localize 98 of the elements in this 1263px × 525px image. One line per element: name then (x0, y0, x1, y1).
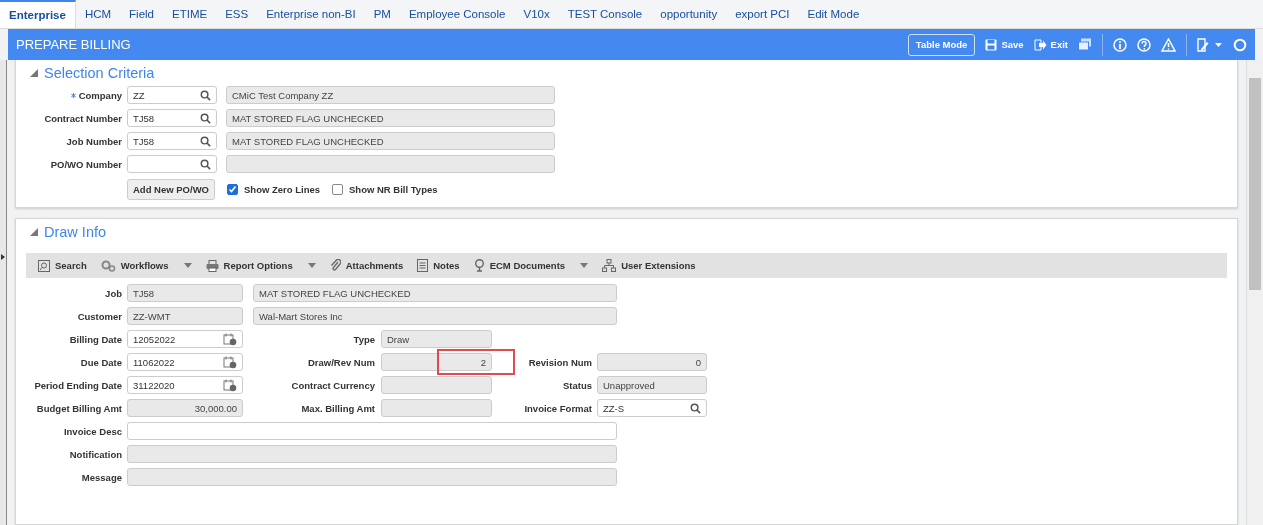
lookup-field[interactable]: ZZ-S (597, 399, 707, 417)
notes-icon (417, 259, 429, 272)
hierarchy-icon (602, 259, 617, 272)
copy-icon[interactable] (1078, 38, 1092, 51)
page-title: PREPARE BILLING (16, 37, 131, 52)
toolbar-button[interactable]: ECM Documents (467, 259, 595, 272)
date-field[interactable]: 11062022 (127, 353, 243, 371)
readonly-field: MAT STORED FLAG UNCHECKED (253, 284, 617, 302)
readonly-field: MAT STORED FLAG UNCHECKED (226, 109, 555, 127)
field-label: Contract Number (44, 112, 122, 124)
tab[interactable]: TEST Console (558, 0, 652, 28)
tab[interactable]: export PCI (726, 0, 799, 28)
field-label: Message (80, 471, 122, 483)
readonly-field: TJ58 (127, 284, 243, 302)
caret-icon[interactable] (580, 263, 589, 268)
save-icon (985, 38, 998, 51)
tab[interactable]: Employee Console (399, 0, 515, 28)
caret-icon[interactable] (307, 263, 316, 268)
field-label: Type (352, 333, 375, 345)
search-icon[interactable] (200, 89, 211, 101)
readonly-field: Draw (381, 330, 492, 348)
edit-menu-icon[interactable] (1197, 37, 1223, 52)
warning-icon[interactable] (1161, 37, 1176, 52)
tab[interactable]: Enterprise non-BI (257, 0, 365, 28)
expand-arrow-icon[interactable] (1, 254, 5, 260)
printer-icon (205, 259, 219, 272)
checkbox[interactable] (227, 183, 238, 195)
field-label: Status (561, 379, 592, 391)
checkbox[interactable] (332, 183, 343, 195)
lookup-field[interactable] (127, 155, 217, 173)
field-label: Budget Billing Amt (35, 402, 122, 414)
field-label: Draw/Rev Num (306, 356, 375, 368)
field-label: Job Number (66, 135, 122, 147)
tab[interactable]: Enterprise (0, 0, 76, 28)
field-label: Period Ending Date (33, 379, 122, 391)
refresh-icon[interactable] (1233, 37, 1247, 52)
field-label: Contract Currency (290, 379, 375, 391)
toolbar-button[interactable]: Search (32, 259, 93, 272)
readonly-field: Wal-Mart Stores Inc (253, 307, 617, 325)
toolbar-button[interactable]: Attachments (323, 259, 410, 272)
section-title: Draw Info (44, 224, 107, 240)
field-label: Max. Billing Amt (300, 402, 375, 414)
field-label: Company (78, 89, 122, 101)
input-field[interactable] (127, 422, 617, 440)
toolbar-button[interactable]: User Extensions (596, 259, 702, 272)
readonly-field: CMiC Test Company ZZ (226, 86, 555, 104)
section-title: Selection Criteria (44, 65, 155, 81)
exit-icon (1033, 38, 1047, 51)
scrollbar[interactable] (1246, 60, 1263, 525)
caret-icon[interactable] (183, 263, 192, 268)
lookup-field[interactable]: TJ58 (127, 132, 217, 150)
search-icon (38, 259, 50, 272)
field-label: Invoice Desc (62, 425, 122, 437)
field-label: Due Date (79, 356, 122, 368)
field-label: Customer (76, 310, 122, 322)
search-icon[interactable] (200, 158, 211, 170)
search-icon[interactable] (200, 135, 211, 147)
paperclip-icon (329, 259, 341, 272)
date-field[interactable]: 12052022 (127, 330, 243, 348)
calendar-icon[interactable] (223, 378, 237, 392)
toolbar-button[interactable]: Workflows (94, 259, 198, 272)
readonly-field: 0 (597, 353, 707, 371)
field-label: PO/WO Number (50, 158, 122, 170)
add-button[interactable]: Add New PO/WO (127, 178, 215, 200)
tab[interactable]: ETIME (163, 0, 217, 28)
tab[interactable]: PM (364, 0, 400, 28)
field-label: Revision Num (527, 356, 592, 368)
search-icon[interactable] (690, 402, 701, 414)
info-icon[interactable] (1113, 37, 1127, 52)
date-field[interactable]: 31122020 (127, 376, 243, 394)
calendar-icon[interactable] (223, 355, 237, 369)
field-label: Job (104, 287, 122, 299)
checkbox-label: Show Zero Lines (244, 183, 320, 195)
search-icon[interactable] (200, 112, 211, 124)
collapse-icon[interactable] (30, 228, 38, 236)
tab[interactable]: Field (120, 0, 164, 28)
collapse-icon[interactable] (30, 69, 38, 77)
readonly-field: 30,000.00 (127, 399, 243, 417)
lookup-field[interactable]: ZZ (127, 86, 217, 104)
tab[interactable]: ESS (216, 0, 258, 28)
field-label: Invoice Format (523, 402, 592, 414)
help-icon[interactable] (1137, 37, 1151, 52)
checkbox-label: Show NR Bill Types (349, 183, 438, 195)
gears-icon (100, 259, 116, 272)
readonly-field: ZZ-WMT (127, 307, 243, 325)
toolbar-button[interactable]: Notes (411, 259, 466, 272)
field-label: Notification (68, 448, 122, 460)
tab[interactable]: opportunity (651, 0, 727, 28)
readonly-field: Unapproved (597, 376, 707, 394)
field-label: Billing Date (68, 333, 122, 345)
readonly-field: MAT STORED FLAG UNCHECKED (226, 132, 555, 150)
pin-icon (473, 259, 485, 272)
tab[interactable]: Edit Mode (798, 0, 869, 28)
toolbar-button[interactable]: Report Options (199, 259, 322, 272)
tab[interactable]: V10x (514, 0, 559, 28)
calendar-icon[interactable] (223, 332, 237, 346)
lookup-field[interactable]: TJ58 (127, 109, 217, 127)
tab[interactable]: HCM (75, 0, 121, 28)
